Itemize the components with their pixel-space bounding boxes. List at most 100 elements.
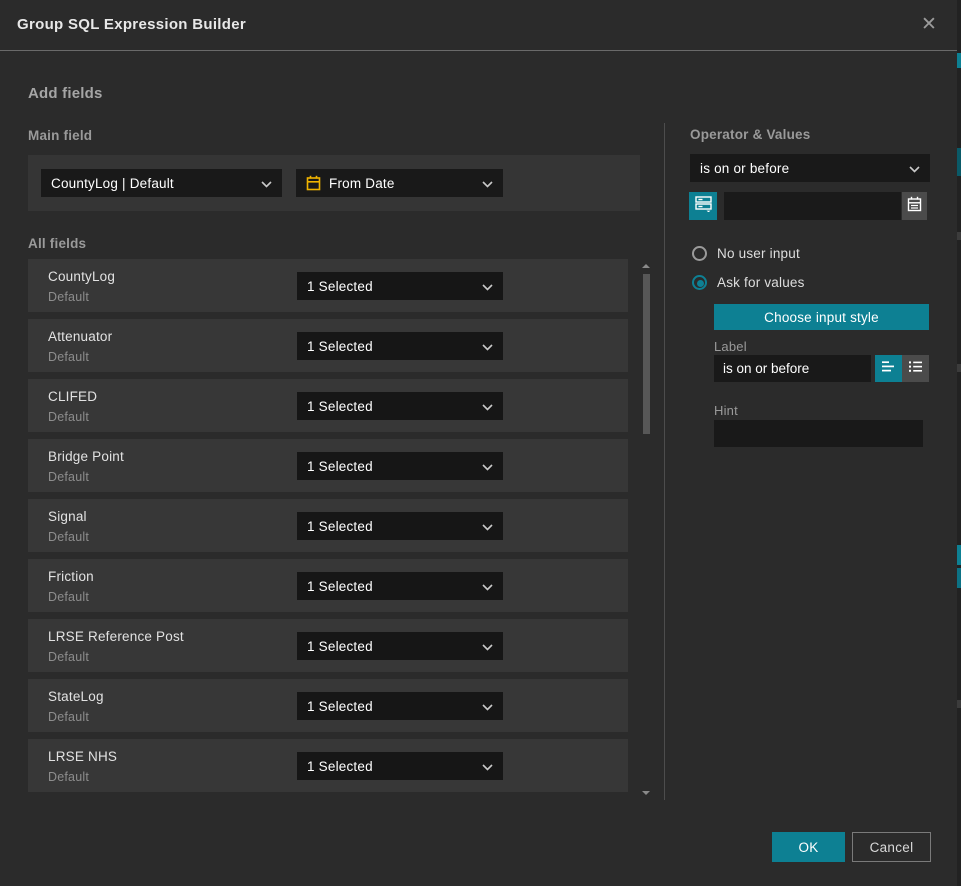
main-field-select[interactable]: From Date [296, 169, 503, 197]
chevron-down-icon [482, 339, 493, 354]
chevron-down-icon [909, 161, 920, 176]
field-row: Friction Default 1 Selected [28, 559, 628, 612]
field-name: LRSE NHS [48, 749, 117, 764]
date-value-input[interactable] [724, 192, 901, 220]
field-name: Friction [48, 569, 94, 584]
field-selected-dropdown[interactable]: 1 Selected [297, 692, 503, 720]
operator-select[interactable]: is on or before [690, 154, 930, 182]
field-row: LRSE NHS Default 1 Selected [28, 739, 628, 792]
field-subtitle: Default [48, 410, 89, 424]
choose-input-style-button[interactable]: Choose input style [714, 304, 929, 330]
field-selected-dropdown[interactable]: 1 Selected [297, 392, 503, 420]
chevron-down-icon [261, 176, 272, 191]
field-name: CountyLog [48, 269, 115, 284]
field-selected-dropdown[interactable]: 1 Selected [297, 332, 503, 360]
field-selected-dropdown[interactable]: 1 Selected [297, 572, 503, 600]
radio-ask-for-values-label: Ask for values [717, 275, 805, 290]
dialog-header: Group SQL Expression Builder ✕ [0, 0, 957, 51]
scrollbar-down-arrow[interactable] [642, 791, 650, 795]
group-sql-expression-builder-dialog: Group SQL Expression Builder ✕ Add field… [0, 0, 961, 886]
radio-circle-on[interactable] [692, 275, 707, 290]
field-selected-dropdown[interactable]: 1 Selected [297, 272, 503, 300]
field-selected-dropdown[interactable]: 1 Selected [297, 632, 503, 660]
field-selected-dropdown[interactable]: 1 Selected [297, 512, 503, 540]
field-selected-dropdown[interactable]: 1 Selected [297, 752, 503, 780]
radio-no-user-input-label: No user input [717, 246, 800, 261]
field-row: StateLog Default 1 Selected [28, 679, 628, 732]
dialog-title: Group SQL Expression Builder [17, 16, 246, 33]
calendar-icon [907, 196, 922, 217]
field-selected-value: 1 Selected [307, 759, 482, 774]
field-row: CLIFED Default 1 Selected [28, 379, 628, 432]
all-fields-heading: All fields [28, 236, 86, 251]
bulleted-list-icon [908, 360, 923, 378]
label-input[interactable] [714, 355, 871, 382]
field-subtitle: Default [48, 350, 89, 364]
unique-values-icon [695, 195, 712, 217]
chevron-down-icon [482, 279, 493, 294]
field-name: LRSE Reference Post [48, 629, 184, 644]
radio-ask-for-values[interactable]: Ask for values [692, 275, 805, 290]
field-selected-value: 1 Selected [307, 459, 482, 474]
field-subtitle: Default [48, 470, 89, 484]
field-name: Bridge Point [48, 449, 124, 464]
scrollbar-up-arrow[interactable] [642, 264, 650, 268]
panel-divider [664, 123, 665, 800]
main-field-select-value: From Date [329, 176, 482, 191]
field-name: StateLog [48, 689, 104, 704]
operator-select-value: is on or before [700, 161, 909, 176]
field-subtitle: Default [48, 290, 89, 304]
field-subtitle: Default [48, 650, 89, 664]
field-subtitle: Default [48, 710, 89, 724]
chevron-down-icon [482, 176, 493, 191]
label-caption: Label [714, 339, 747, 354]
ok-button[interactable]: OK [772, 832, 845, 862]
cancel-button[interactable]: Cancel [852, 832, 931, 862]
field-selected-value: 1 Selected [307, 279, 482, 294]
radio-circle-off[interactable] [692, 246, 707, 261]
field-selected-value: 1 Selected [307, 639, 482, 654]
field-row: Bridge Point Default 1 Selected [28, 439, 628, 492]
field-selected-value: 1 Selected [307, 699, 482, 714]
field-row: LRSE Reference Post Default 1 Selected [28, 619, 628, 672]
field-subtitle: Default [48, 590, 89, 604]
layer-select[interactable]: CountyLog | Default [41, 169, 282, 197]
chevron-down-icon [482, 399, 493, 414]
layer-select-value: CountyLog | Default [51, 176, 261, 191]
single-line-style-button[interactable] [875, 355, 902, 382]
field-subtitle: Default [48, 530, 89, 544]
align-left-lines-icon [881, 360, 896, 378]
field-name: Signal [48, 509, 87, 524]
scrollbar-thumb[interactable] [643, 274, 650, 434]
field-selected-value: 1 Selected [307, 339, 482, 354]
field-selected-dropdown[interactable]: 1 Selected [297, 452, 503, 480]
hint-input[interactable] [714, 420, 923, 447]
unique-values-button[interactable] [689, 192, 717, 220]
field-row: Attenuator Default 1 Selected [28, 319, 628, 372]
field-row: CountyLog Default 1 Selected [28, 259, 628, 312]
add-fields-heading: Add fields [28, 85, 103, 102]
field-row: Signal Default 1 Selected [28, 499, 628, 552]
chevron-down-icon [482, 759, 493, 774]
main-field-panel: CountyLog | Default From Date [28, 155, 640, 211]
calendar-picker-button[interactable] [902, 192, 927, 220]
operator-values-heading: Operator & Values [690, 127, 810, 142]
field-name: CLIFED [48, 389, 97, 404]
field-selected-value: 1 Selected [307, 579, 482, 594]
chevron-down-icon [482, 519, 493, 534]
field-subtitle: Default [48, 770, 89, 784]
main-field-heading: Main field [28, 128, 92, 143]
field-name: Attenuator [48, 329, 112, 344]
background-app-edge [957, 0, 961, 886]
chevron-down-icon [482, 699, 493, 714]
chevron-down-icon [482, 639, 493, 654]
chevron-down-icon [482, 579, 493, 594]
bulleted-list-style-button[interactable] [902, 355, 929, 382]
field-selected-value: 1 Selected [307, 399, 482, 414]
close-icon[interactable]: ✕ [917, 13, 941, 37]
field-selected-value: 1 Selected [307, 519, 482, 534]
chevron-down-icon [482, 459, 493, 474]
hint-caption: Hint [714, 403, 738, 418]
radio-no-user-input[interactable]: No user input [692, 246, 800, 261]
date-calendar-icon [306, 175, 321, 191]
